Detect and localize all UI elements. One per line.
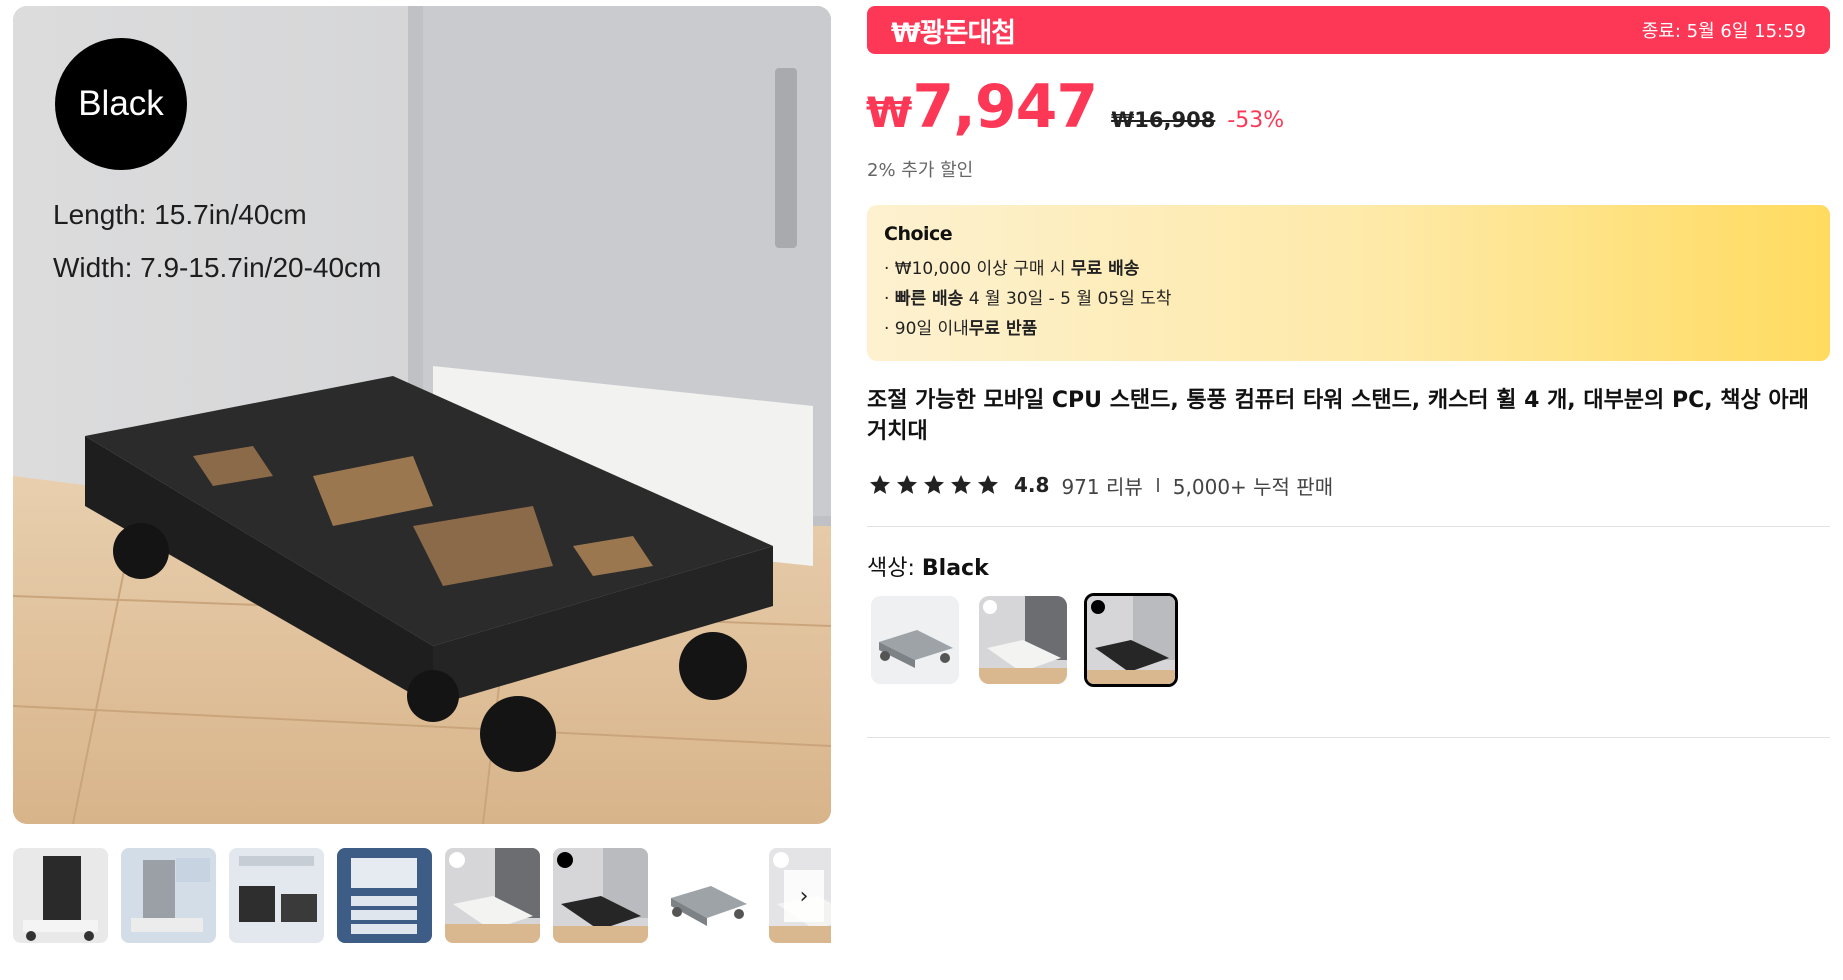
selected-color: Black: [921, 556, 989, 581]
color-option-white[interactable]: [979, 596, 1067, 684]
star-icon: [951, 475, 971, 494]
fast-delivery-line: · 빠른 배송 4 월 30일 - 5 월 05일 도착: [884, 289, 1172, 309]
main-product-image[interactable]: Black Length: 15.7in/40cm Width: 7.9-15.…: [13, 6, 831, 824]
star-icon: [978, 475, 998, 494]
current-price: 7,947: [912, 72, 1098, 142]
thumbnail-3[interactable]: [229, 848, 324, 943]
color-badge: Black: [55, 38, 187, 170]
divider: [867, 737, 1830, 738]
extra-discount: 2% 추가 할인: [867, 160, 974, 181]
sold-count: 5,000+ 누적 판매: [1172, 474, 1334, 499]
star-icon: [897, 475, 917, 494]
rating-row[interactable]: 4.8 971 리뷰 5,000+ 누적 판매: [867, 469, 1333, 501]
star-icon: [870, 475, 890, 494]
star-icon: [924, 475, 944, 494]
length-spec: Length: 15.7in/40cm: [53, 199, 307, 230]
price-currency: ₩: [866, 88, 913, 137]
promo-banner: ₩꽝돈대첩 종료: 5월 6일 15:59: [867, 6, 1830, 54]
thumbnail-4[interactable]: [337, 848, 432, 943]
original-price: ₩16,908: [1111, 108, 1216, 132]
star-rating: [867, 473, 1002, 497]
thumbnail-strip: [13, 848, 831, 944]
thumbnail-2[interactable]: [121, 848, 216, 943]
choice-benefits-box[interactable]: Choice · ₩10,000 이상 구매 시 무료 배송 · 빠른 배송 4…: [867, 205, 1830, 361]
discount-percent: -53%: [1227, 108, 1285, 133]
thumbnail-5[interactable]: [445, 848, 540, 943]
chevron-right-icon[interactable]: ›: [784, 870, 824, 922]
divider: [867, 526, 1830, 527]
thumbnail-7[interactable]: [661, 848, 756, 943]
free-return-line: · 90일 이내무료 반품: [884, 319, 1038, 339]
thumbnail-6[interactable]: [553, 848, 648, 943]
color-option-gray[interactable]: [871, 596, 959, 684]
color-label: 색상: Black: [867, 556, 989, 581]
price-row: ₩ 7,947 ₩16,908 -53%: [866, 72, 1284, 148]
product-title: 조절 가능한 모바일 CPU 스탠드, 통풍 컴퓨터 타워 스탠드, 캐스터 휠…: [867, 388, 1809, 444]
promo-countdown: 종료: 5월 6일 15:59: [1641, 21, 1806, 42]
choice-title: Choice: [884, 223, 953, 245]
color-option-black[interactable]: [1084, 593, 1178, 687]
thumbnail-1[interactable]: [13, 848, 108, 943]
width-spec: Width: 7.9-15.7in/20-40cm: [53, 252, 382, 283]
separator: [1156, 478, 1159, 492]
free-shipping-line: · ₩10,000 이상 구매 시 무료 배송: [884, 259, 1140, 279]
rating-score: 4.8: [1014, 473, 1050, 497]
promo-title: ₩꽝돈대첩: [891, 17, 1016, 49]
review-count-link[interactable]: 971 리뷰: [1061, 471, 1142, 500]
